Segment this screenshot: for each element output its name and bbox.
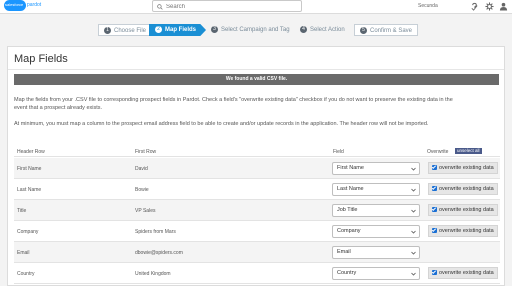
header-cell: Last Name <box>17 187 42 193</box>
chevron-down-icon <box>411 209 416 213</box>
checkbox-checked-icon[interactable] <box>432 270 437 275</box>
first-row-cell: VP Sales <box>135 208 156 214</box>
col-overwrite: Overwrite <box>427 149 449 155</box>
field-select[interactable]: Country <box>332 267 420 280</box>
search-input[interactable] <box>166 2 296 11</box>
checkbox-checked-icon[interactable] <box>432 228 437 233</box>
first-row-cell: United Kingdom <box>135 271 171 277</box>
col-field: Field <box>333 149 344 155</box>
overwrite-label: overwrite existing data <box>439 207 494 213</box>
field-select-value: Country <box>337 270 357 276</box>
search-icon <box>157 4 163 10</box>
step-label: Select Action <box>310 27 345 33</box>
header-cell: Email <box>17 250 30 256</box>
step-choose-file[interactable]: 1 Choose File <box>98 24 153 36</box>
first-row-cell: Bowie <box>135 187 149 193</box>
step-number: 3 <box>211 26 218 33</box>
step-map-fields[interactable]: 2 Map Fields <box>149 24 207 36</box>
overwrite-label: overwrite existing data <box>439 228 494 234</box>
step-label: Confirm & Save <box>370 28 413 34</box>
field-select[interactable]: Company <box>332 225 420 238</box>
field-select-value: Email <box>337 249 351 255</box>
step-label: Choose File <box>114 28 147 34</box>
gear-icon[interactable] <box>485 2 494 11</box>
map-fields-panel: Map Fields We found a valid CSV file. Ma… <box>7 46 505 286</box>
table-row: Title VP Sales Job Title overwrite existing… <box>14 200 500 221</box>
chevron-down-icon <box>411 167 416 171</box>
logo-text: salesforce <box>5 2 24 7</box>
overwrite-checkbox[interactable]: overwrite existing data <box>428 225 498 237</box>
overwrite-checkbox[interactable]: overwrite existing data <box>428 183 498 195</box>
step-confirm-save[interactable]: 5 Confirm & Save <box>354 24 419 36</box>
step-number: 4 <box>300 26 307 33</box>
instructions-line-2: event that a prospect already exists. <box>14 105 103 111</box>
table-row: Company Spiders from Mars Company overwrite… <box>14 221 500 242</box>
overwrite-checkbox[interactable]: overwrite existing data <box>428 267 498 279</box>
field-select-value: Company <box>337 228 361 234</box>
chevron-down-icon <box>411 188 416 192</box>
table-row: Last Name Bowie Last Name overwrite existin… <box>14 179 500 200</box>
header-cell: First Name <box>17 166 42 172</box>
checkbox-checked-icon[interactable] <box>432 186 437 191</box>
table-header: Header Row First Row Field Overwrite uns… <box>14 145 500 157</box>
salesforce-pardot-logo[interactable]: salesforce pardot <box>4 0 42 12</box>
overwrite-checkbox[interactable]: overwrite existing data <box>428 162 498 174</box>
header-cell: Company <box>17 229 39 235</box>
unselect-all-button[interactable]: unselect all <box>455 148 482 154</box>
first-row-cell: David <box>135 166 148 172</box>
step-number: 1 <box>104 27 111 34</box>
top-bar: salesforce pardot Secunda <box>0 0 512 14</box>
field-select-value: Job Title <box>337 207 358 213</box>
table-row: Country United Kingdom Country overwrite ex… <box>14 263 500 284</box>
brand-name: pardot <box>27 2 42 8</box>
table-row: Email dbowie@spiders.com Email <box>14 242 500 263</box>
table-row: First Name David First Name overwrite exist… <box>14 158 500 179</box>
step-number: 5 <box>360 27 367 34</box>
overwrite-label: overwrite existing data <box>439 165 494 171</box>
header-cell: Country <box>17 271 35 277</box>
help-icon[interactable] <box>470 2 479 11</box>
chevron-down-icon <box>411 230 416 234</box>
field-select-value: Last Name <box>337 186 364 192</box>
checkbox-checked-icon[interactable] <box>432 165 437 170</box>
step-label: Select Campaign and Tag <box>221 27 290 33</box>
search-box[interactable] <box>152 0 302 12</box>
col-first-row: First Row <box>135 149 157 155</box>
title-divider <box>8 69 504 70</box>
step-select-campaign[interactable]: 3 Select Campaign and Tag <box>211 24 290 36</box>
overwrite-label: overwrite existing data <box>439 186 494 192</box>
step-select-action[interactable]: 4 Select Action <box>300 24 345 36</box>
checkbox-checked-icon[interactable] <box>432 207 437 212</box>
first-row-cell: Spiders from Mars <box>135 229 176 235</box>
step-label: Map Fields <box>165 27 197 33</box>
field-select[interactable]: First Name <box>332 162 420 175</box>
instructions-line-1: Map the fields from your .CSV file to co… <box>14 97 453 103</box>
chevron-down-icon <box>411 251 416 255</box>
header-cell: Title <box>17 208 27 214</box>
field-select[interactable]: Job Title <box>332 204 420 217</box>
chevron-down-icon <box>411 272 416 276</box>
field-select[interactable]: Email <box>332 246 420 259</box>
success-banner: We found a valid CSV file. <box>14 74 499 85</box>
field-select-value: First Name <box>337 165 364 171</box>
first-row-cell: dbowie@spiders.com <box>135 250 183 256</box>
page-title: Map Fields <box>14 53 68 65</box>
salesforce-cloud-logo: salesforce <box>4 0 26 11</box>
overwrite-label: overwrite existing data <box>439 270 494 276</box>
instructions-minimum: At minimum, you must map a column to the… <box>14 121 429 127</box>
wizard-steps: 1 Choose File 2 Map Fields 3 Select Campaig… <box>0 24 512 37</box>
user-name[interactable]: Secunda <box>418 3 438 9</box>
col-header-row: Header Row <box>17 149 45 155</box>
step-number: 2 <box>155 26 162 33</box>
overwrite-checkbox[interactable]: overwrite existing data <box>428 204 498 216</box>
user-icon[interactable] <box>499 2 508 11</box>
field-select[interactable]: Last Name <box>332 183 420 196</box>
